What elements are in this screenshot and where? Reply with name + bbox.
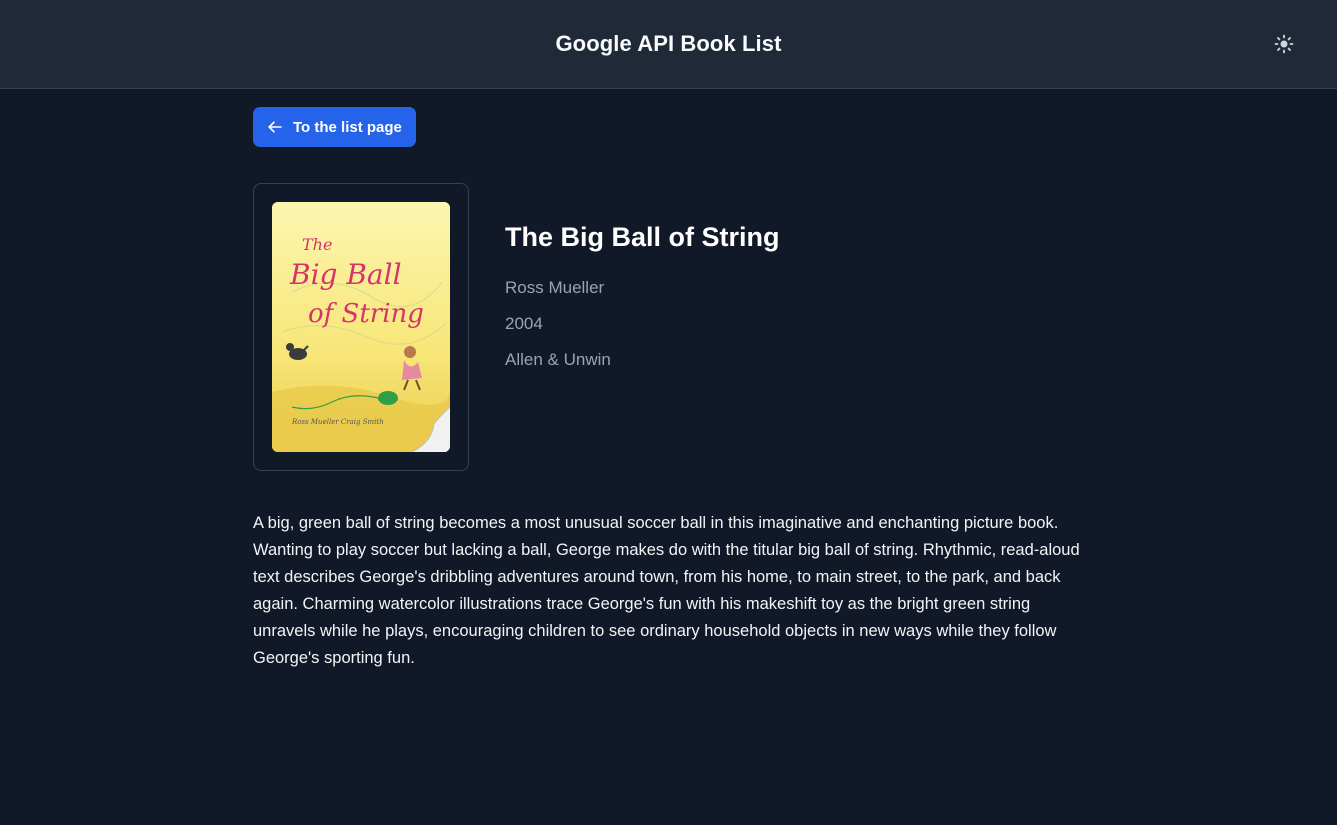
theme-toggle-button[interactable]: [1273, 33, 1295, 55]
book-publisher: Allen & Unwin: [505, 350, 611, 369]
book-title: The Big Ball of String: [505, 222, 780, 252]
app-title: Google API Book List: [555, 31, 782, 56]
book-year: 2004: [505, 314, 543, 333]
back-button-label: To the list page: [293, 118, 402, 136]
cover-credits: Ross Mueller Craig Smith: [291, 418, 384, 426]
book-cover-image: The Big Ball of String Ross Mueller Crai…: [272, 202, 450, 452]
arrow-left-icon: [267, 119, 283, 135]
cover-title-line2: Big Ball: [289, 258, 402, 291]
cover-title-line1: The: [302, 235, 332, 254]
book-cover-card: The Big Ball of String Ross Mueller Crai…: [253, 183, 469, 471]
book-author: Ross Mueller: [505, 278, 605, 297]
back-to-list-button[interactable]: To the list page: [253, 107, 416, 147]
cover-string-ball: [378, 391, 398, 405]
cover-title-line3: of String: [308, 299, 424, 329]
book-description: A big, green ball of string becomes a mo…: [253, 514, 1080, 667]
sun-icon: [1274, 34, 1294, 54]
cover-illustration: The Big Ball of String Ross Mueller Crai…: [272, 202, 450, 452]
app-header: Google API Book List: [0, 0, 1337, 89]
